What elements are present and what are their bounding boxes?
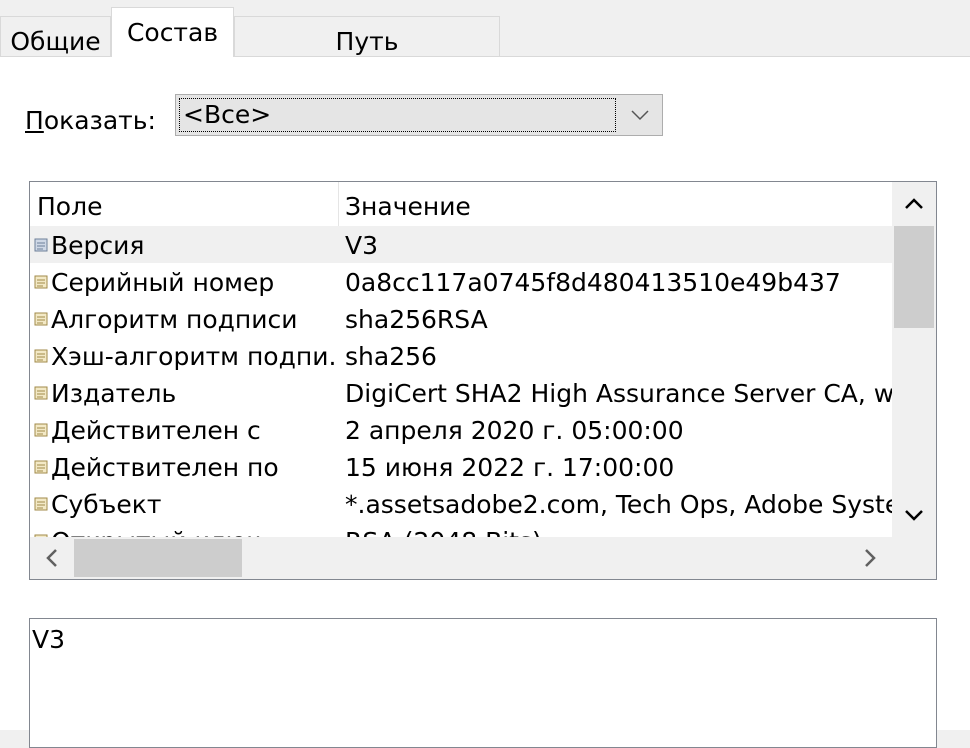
table-row[interactable]: Хэш-алгоритм подпи... sha256: [30, 337, 892, 374]
table-row[interactable]: Алгоритм подписи sha256RSA: [30, 300, 892, 337]
field-value-text: V3: [32, 625, 66, 654]
row-field: Действителен по: [51, 453, 279, 482]
certificate-field-icon: [34, 423, 48, 437]
row-value: 0a8cc117a0745f8d480413510e49b437: [345, 268, 841, 297]
field-value-textbox[interactable]: V3: [29, 618, 937, 748]
column-separator[interactable]: [338, 182, 339, 226]
row-field: Хэш-алгоритм подпи...: [51, 342, 336, 371]
row-value: sha256RSA: [345, 305, 488, 334]
row-value: RSA (2048 Bits): [345, 527, 892, 537]
scroll-down-button[interactable]: [892, 493, 936, 537]
certificate-field-icon: [34, 312, 48, 326]
show-label: Показать:: [25, 106, 156, 135]
certificate-field-icon: [34, 349, 48, 363]
fields-list-body: Поле Значение Версия V3 Серийный номер 0…: [30, 182, 892, 537]
row-field: Издатель: [51, 379, 177, 408]
certificate-field-icon: [34, 460, 48, 474]
tab-certification-path[interactable]: Путь сертификации: [234, 16, 500, 79]
chevron-down-icon[interactable]: [628, 101, 652, 129]
row-field-cell: Серийный номер: [34, 268, 336, 297]
chevron-left-icon: [46, 549, 57, 567]
row-field-cell: Действителен с: [34, 416, 336, 445]
table-row[interactable]: Издатель DigiCert SHA2 High Assurance Se…: [30, 374, 892, 411]
certificate-field-icon: [34, 386, 48, 400]
row-value: DigiCert SHA2 High Assurance Server CA, …: [345, 379, 892, 408]
table-row[interactable]: Версия V3: [30, 226, 892, 263]
show-label-rest: оказать:: [43, 106, 156, 135]
chevron-down-icon: [905, 510, 923, 521]
scroll-left-button[interactable]: [30, 537, 74, 579]
row-value: V3: [345, 231, 379, 260]
row-field: Действителен с: [51, 416, 261, 445]
show-label-accel: П: [25, 106, 44, 135]
column-header-field[interactable]: Поле: [37, 192, 102, 221]
show-combobox-value: <Все>: [179, 98, 616, 132]
row-value: 15 июня 2022 г. 17:00:00: [345, 453, 675, 482]
row-field-cell: Действителен по: [34, 453, 336, 482]
certificate-field-icon: [34, 275, 48, 289]
row-field-cell: Субъект: [34, 490, 336, 519]
row-field-cell: Открытый ключ: [34, 527, 336, 537]
fields-list[interactable]: Поле Значение Версия V3 Серийный номер 0…: [29, 181, 937, 580]
row-field: Серийный номер: [51, 268, 275, 297]
table-row[interactable]: Действителен по 15 июня 2022 г. 17:00:00: [30, 448, 892, 485]
row-field: Версия: [51, 231, 145, 260]
row-field-cell: Версия: [34, 231, 336, 260]
row-field-cell: Алгоритм подписи: [34, 305, 336, 334]
row-value: *.assetsadobe2.com, Tech Ops, Adobe Syst…: [345, 490, 892, 519]
vertical-scrollbar[interactable]: [892, 182, 936, 537]
row-field: Субъект: [51, 490, 162, 519]
certificate-field-icon: [34, 238, 48, 252]
chevron-right-icon: [865, 549, 876, 567]
row-field-cell: Издатель: [34, 379, 336, 408]
scrollbar-corner: [892, 537, 936, 579]
tab-details[interactable]: Состав: [111, 7, 234, 57]
horizontal-scroll-thumb[interactable]: [74, 539, 242, 577]
list-header: Поле Значение: [30, 182, 892, 226]
certificate-field-icon: [34, 497, 48, 511]
horizontal-scrollbar[interactable]: [30, 537, 892, 579]
row-value: sha256: [345, 342, 437, 371]
table-row[interactable]: Серийный номер 0a8cc117a0745f8d480413510…: [30, 263, 892, 300]
show-combobox[interactable]: <Все>: [175, 94, 663, 136]
row-field: Алгоритм подписи: [51, 305, 298, 334]
tab-general[interactable]: Общие: [0, 16, 111, 56]
column-header-value[interactable]: Значение: [345, 192, 471, 221]
table-row[interactable]: Действителен с 2 апреля 2020 г. 05:00:00: [30, 411, 892, 448]
scroll-right-button[interactable]: [848, 537, 892, 579]
vertical-scroll-thumb[interactable]: [894, 226, 934, 328]
table-row[interactable]: Субъект *.assetsadobe2.com, Tech Ops, Ad…: [30, 485, 892, 522]
scroll-up-button[interactable]: [892, 182, 936, 226]
row-value: 2 апреля 2020 г. 05:00:00: [345, 416, 684, 445]
tab-strip: Общие Состав Путь сертификации: [0, 0, 970, 79]
row-field-cell: Хэш-алгоритм подпи...: [34, 342, 336, 371]
row-field: Открытый ключ: [51, 527, 261, 537]
chevron-up-icon: [905, 198, 923, 209]
table-row[interactable]: Открытый ключ RSA (2048 Bits): [30, 522, 892, 537]
